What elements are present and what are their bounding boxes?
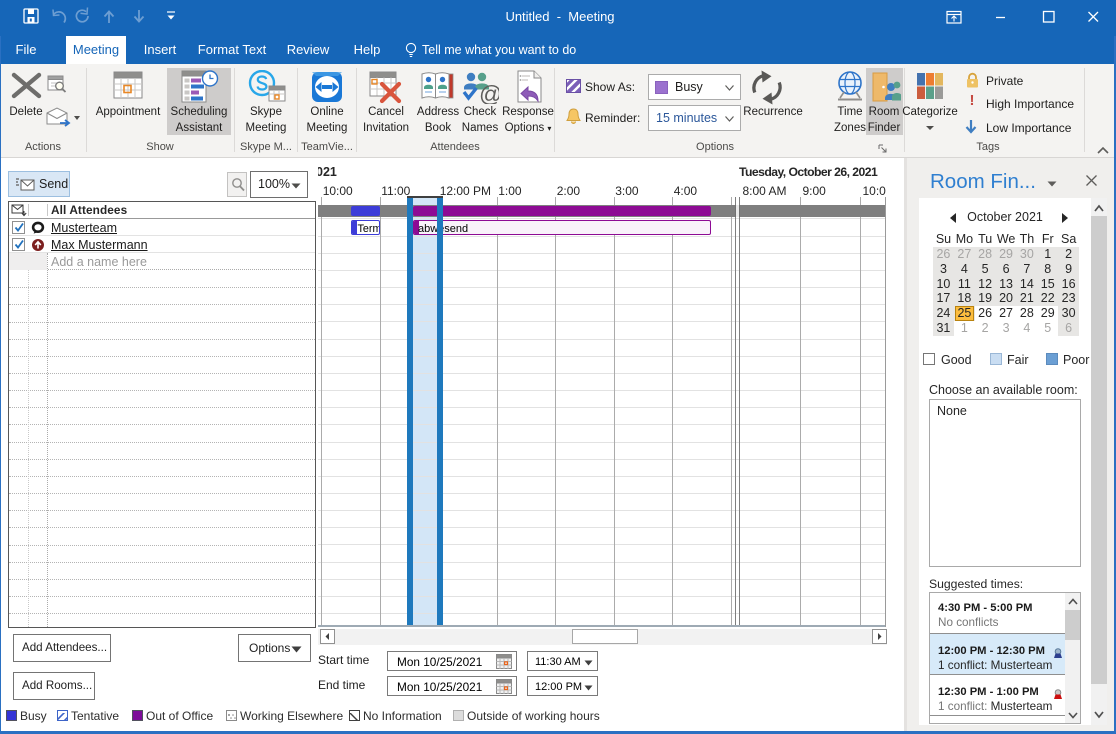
svg-text:@: @ bbox=[479, 81, 499, 104]
